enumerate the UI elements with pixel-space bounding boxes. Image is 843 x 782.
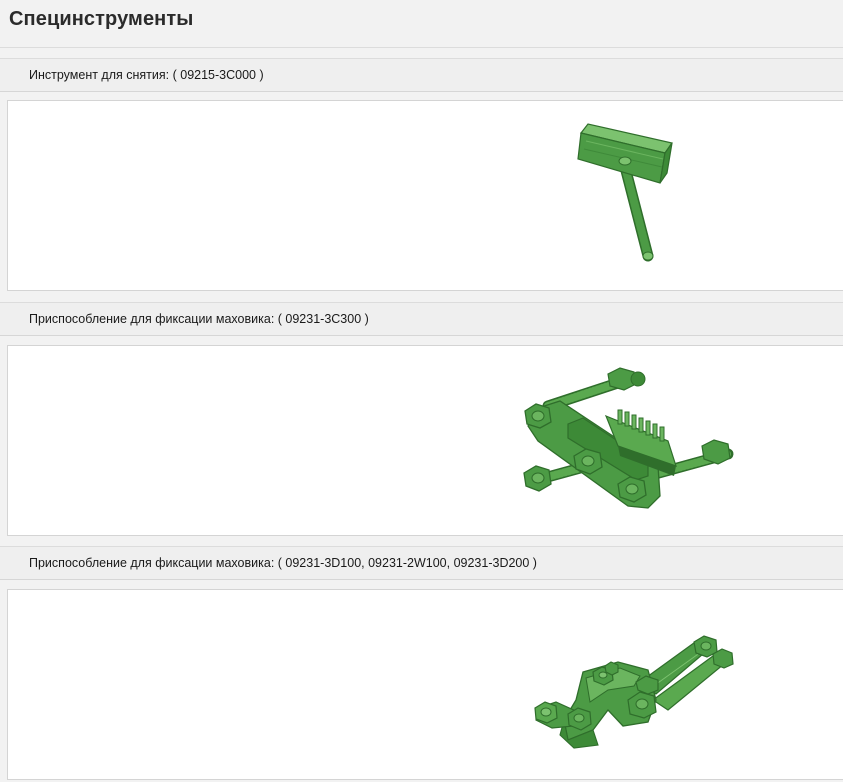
page-title: Специнструменты [9, 8, 194, 30]
tool-header-3: Приспособление для фиксации маховика: ( … [0, 546, 843, 580]
tool-header-2: Приспособление для фиксации маховика: ( … [0, 302, 843, 336]
tool-image-panel-1 [7, 100, 843, 291]
tool-label-3: Приспособление для фиксации маховика: ( … [29, 556, 537, 570]
tool-image-panel-3 [7, 589, 843, 780]
tool-label-2: Приспособление для фиксации маховика: ( … [29, 312, 369, 326]
tool-header-1: Инструмент для снятия: ( 09215-3C000 ) [0, 58, 843, 92]
flywheel-bracket-icon [534, 635, 734, 749]
title-divider [0, 47, 843, 48]
flywheel-lock-icon [523, 367, 734, 509]
special-tools-page: Специнструменты Инструмент для снятия: (… [0, 0, 843, 782]
tool-image-panel-2 [7, 345, 843, 536]
puller-tool-icon [577, 123, 674, 262]
tool-label-1: Инструмент для снятия: ( 09215-3C000 ) [29, 68, 264, 82]
